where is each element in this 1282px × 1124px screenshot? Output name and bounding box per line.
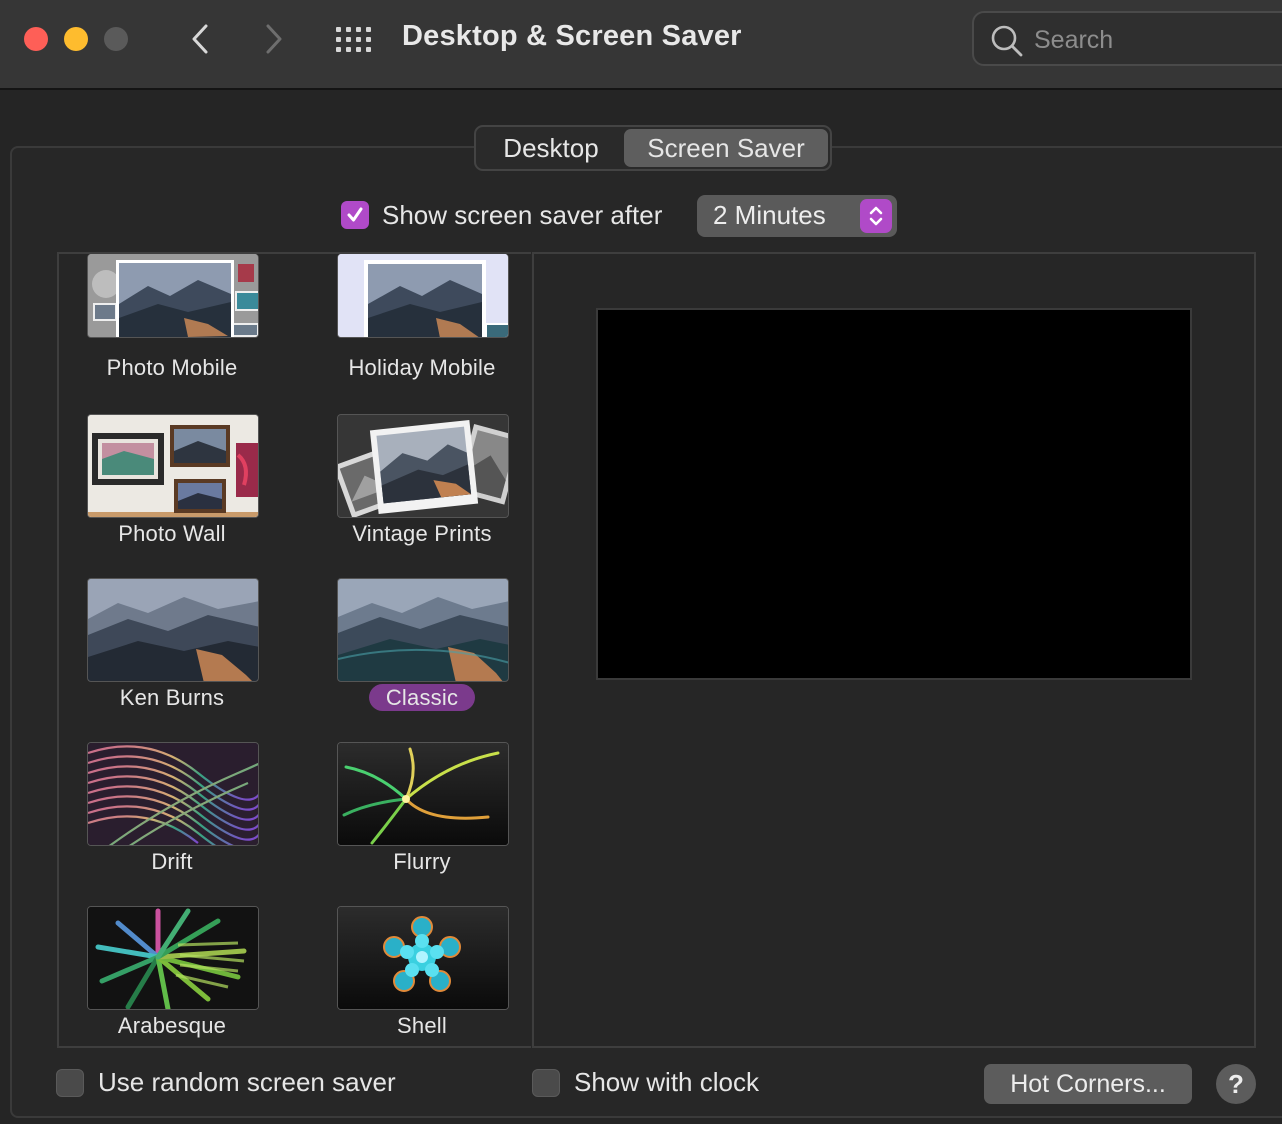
show-screen-saver-row: Show screen saver after bbox=[341, 199, 662, 231]
saver-shell[interactable]: Shell bbox=[312, 892, 512, 1046]
popup-stepper[interactable] bbox=[860, 199, 892, 233]
back-button[interactable] bbox=[182, 20, 218, 58]
tab-desktop[interactable]: Desktop bbox=[478, 129, 624, 167]
saver-thumbnail bbox=[337, 742, 509, 846]
minimize-window-button[interactable] bbox=[64, 27, 88, 51]
saver-label-selected: Classic bbox=[312, 684, 531, 711]
close-window-button[interactable] bbox=[24, 27, 48, 51]
shell-thumbnail-art bbox=[338, 907, 508, 1009]
saver-thumbnail bbox=[337, 906, 509, 1010]
saver-label: Drift bbox=[151, 849, 193, 874]
saver-arabesque[interactable]: Arabesque bbox=[62, 892, 262, 1046]
show-with-clock-row: Show with clock bbox=[532, 1067, 759, 1098]
help-button[interactable]: ? bbox=[1216, 1064, 1256, 1104]
chevron-left-icon bbox=[192, 24, 208, 54]
drift-thumbnail-art bbox=[88, 743, 258, 845]
grid-icon bbox=[336, 27, 371, 52]
zoom-window-button[interactable] bbox=[104, 27, 128, 51]
photo-wall-thumbnail-art bbox=[88, 415, 258, 517]
saver-flurry[interactable]: Flurry bbox=[312, 728, 512, 892]
classic-thumbnail-art bbox=[338, 579, 508, 681]
saver-classic[interactable]: Classic bbox=[312, 564, 512, 728]
show-all-preferences-button[interactable] bbox=[334, 24, 374, 54]
random-screen-saver-row: Use random screen saver bbox=[56, 1067, 396, 1098]
show-screen-saver-label: Show screen saver after bbox=[382, 199, 663, 230]
saver-label: Shell bbox=[397, 1013, 447, 1038]
saver-thumbnail bbox=[337, 254, 509, 338]
checkmark-icon bbox=[347, 207, 363, 222]
title-bar: Desktop & Screen Saver bbox=[0, 0, 1282, 90]
hot-corners-button[interactable]: Hot Corners... bbox=[984, 1064, 1192, 1104]
saver-holiday-mobile[interactable]: Holiday Mobile bbox=[312, 254, 512, 400]
tab-screen-saver[interactable]: Screen Saver bbox=[624, 129, 828, 167]
saver-thumbnail bbox=[87, 578, 259, 682]
saver-label: Flurry bbox=[393, 849, 451, 874]
saver-thumbnail bbox=[337, 414, 509, 518]
photo-mobile-thumbnail-art bbox=[88, 254, 258, 337]
saver-thumbnail bbox=[337, 578, 509, 682]
vintage-prints-thumbnail-art bbox=[338, 415, 508, 517]
preview-screen[interactable] bbox=[596, 308, 1192, 680]
search-input[interactable] bbox=[1034, 25, 1264, 55]
saver-label: Vintage Prints bbox=[352, 521, 492, 546]
random-screen-saver-checkbox[interactable] bbox=[56, 1068, 84, 1097]
show-with-clock-label: Show with clock bbox=[574, 1067, 759, 1097]
search-field[interactable] bbox=[972, 11, 1282, 66]
saver-ken-burns[interactable]: Ken Burns bbox=[62, 564, 262, 728]
random-screen-saver-label: Use random screen saver bbox=[98, 1067, 396, 1097]
saver-thumbnail bbox=[87, 414, 259, 518]
saver-photo-wall[interactable]: Photo Wall bbox=[62, 400, 262, 564]
forward-button[interactable] bbox=[256, 20, 292, 58]
idle-time-value: 2 Minutes bbox=[713, 200, 826, 230]
saver-thumbnail bbox=[87, 254, 259, 338]
saver-thumbnail bbox=[87, 742, 259, 846]
idle-time-popup[interactable]: 2 Minutes bbox=[697, 195, 897, 237]
saver-label: Ken Burns bbox=[119, 685, 225, 710]
saver-vintage-prints[interactable]: Vintage Prints bbox=[312, 400, 512, 564]
saver-drift[interactable]: Drift bbox=[62, 728, 262, 892]
saver-label: Photo Wall bbox=[118, 521, 226, 546]
tab-bar: Desktop Screen Saver bbox=[474, 125, 832, 171]
up-down-chevron-icon bbox=[869, 206, 883, 226]
show-screen-saver-checkbox[interactable] bbox=[341, 201, 369, 229]
flurry-thumbnail-art bbox=[338, 743, 508, 845]
show-with-clock-checkbox[interactable] bbox=[532, 1068, 560, 1097]
arabesque-thumbnail-art bbox=[88, 907, 258, 1009]
screen-saver-list[interactable]: Photo Mobile Holiday Mobile Photo Wall V… bbox=[57, 252, 531, 1048]
holiday-mobile-thumbnail-art bbox=[338, 254, 508, 337]
saver-label: Holiday Mobile bbox=[348, 355, 496, 380]
saver-label: Photo Mobile bbox=[106, 355, 238, 380]
window-title: Desktop & Screen Saver bbox=[402, 20, 742, 52]
chevron-right-icon bbox=[266, 24, 282, 54]
saver-photo-mobile[interactable]: Photo Mobile bbox=[62, 254, 262, 400]
search-icon bbox=[991, 25, 1023, 57]
ken-burns-thumbnail-art bbox=[88, 579, 258, 681]
saver-thumbnail bbox=[87, 906, 259, 1010]
saver-label: Arabesque bbox=[117, 1013, 227, 1038]
